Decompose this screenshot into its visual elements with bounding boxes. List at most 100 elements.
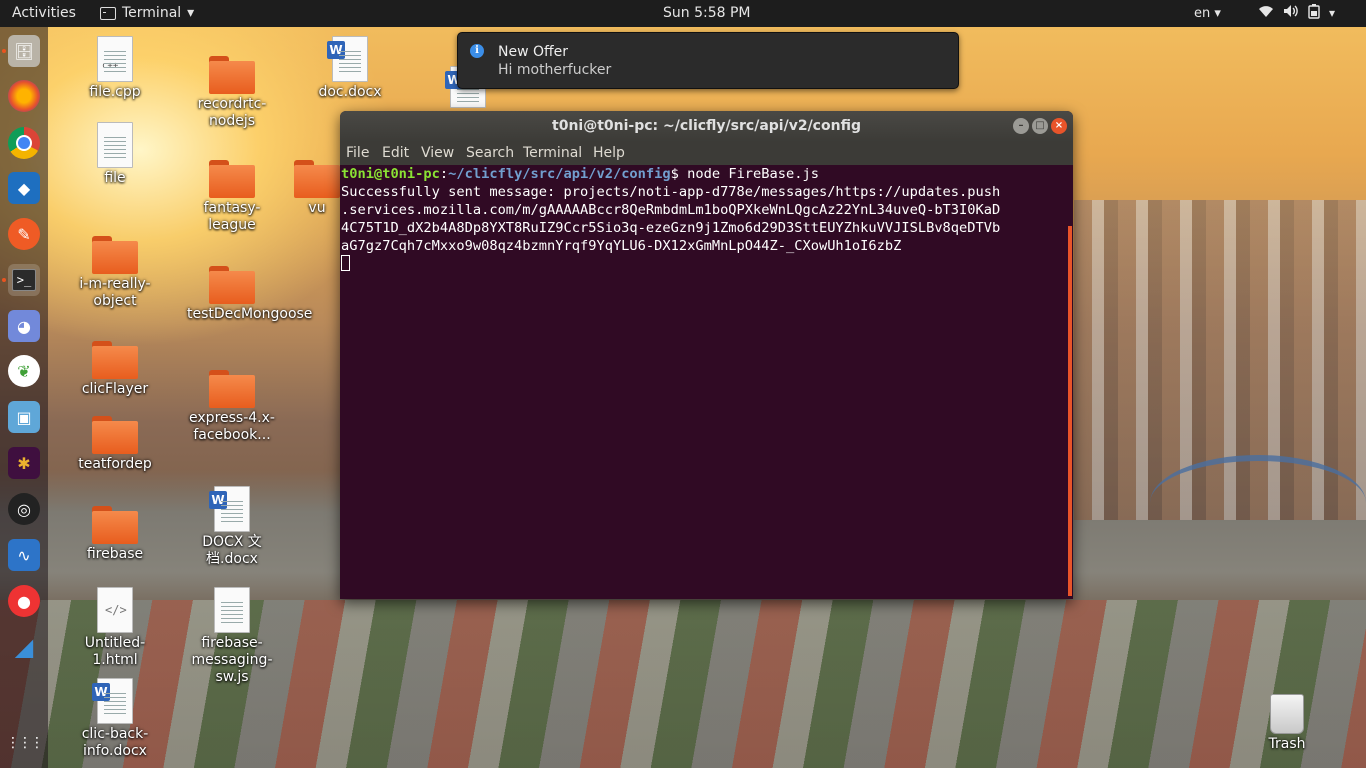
text-cursor [341, 255, 350, 271]
terminal-menubar: File Edit View Search Terminal Help [340, 142, 1073, 165]
notification-body: Hi motherfucker [498, 62, 612, 78]
terminal-titlebar[interactable]: t0ni@t0ni-pc: ~/clicfly/src/api/v2/confi… [340, 111, 1073, 142]
chevron-down-icon: ▾ [187, 5, 195, 21]
desktop-icon-label: express-4.x-facebook... [189, 410, 275, 443]
maximize-button[interactable]: □ [1032, 118, 1048, 134]
folder-icon [209, 370, 255, 408]
prompt-end: $ [670, 166, 688, 182]
prompt-path: ~/clicfly/src/api/v2/config [448, 166, 671, 182]
command-line: t0ni@t0ni-pc:~/clicfly/src/api/v2/config… [341, 165, 1065, 183]
word-document-icon: W [92, 678, 133, 724]
desktop-icon-docx-document[interactable]: W DOCX 文档.docx [187, 486, 277, 568]
html-file-icon: </> [97, 587, 133, 633]
close-button[interactable]: × [1051, 118, 1067, 134]
wifi-icon [1258, 4, 1274, 23]
system-menu[interactable]: ▾ [1258, 4, 1335, 23]
terminal-icon[interactable]: >_ [2, 264, 40, 296]
desktop-icon-doc-docx[interactable]: W doc.docx [305, 36, 395, 101]
text-file-icon [97, 122, 133, 168]
input-line[interactable] [341, 255, 1065, 273]
dock: 🗄 ◆ ✎ >_ ◕ ❦ ▣ ✱ ◎ ∿ ● ◢ ⋮⋮⋮ [0, 27, 48, 768]
desktop-icon-clicflayer[interactable]: clicFlayer [70, 341, 160, 398]
firefox-icon[interactable] [8, 80, 40, 112]
desktop-icon-label: DOCX 文档.docx [202, 534, 262, 567]
menu-search[interactable]: Search [466, 145, 514, 161]
output-line: 4C75T1D_dX2b4A8Dp8YXT8RuIZ9Ccr5Sio3q-eze… [341, 220, 1001, 236]
desktop-icon-firebase-messaging-sw[interactable]: firebase-messaging-sw.js [187, 587, 277, 686]
desktop-icon-label: Trash [1268, 736, 1306, 752]
desktop-icon-label: testDecMongoose [187, 306, 313, 322]
terminal-output[interactable]: t0ni@t0ni-pc:~/clicfly/src/api/v2/config… [341, 165, 1065, 595]
menu-file[interactable]: File [346, 145, 369, 161]
folder-icon [294, 160, 340, 198]
menu-help[interactable]: Help [593, 145, 625, 161]
desktop-icon-label: clicFlayer [81, 381, 149, 397]
desktop-icon-label: doc.docx [318, 84, 382, 100]
mongodb-icon[interactable]: ❦ [8, 355, 40, 387]
desktop-icon-express-facebook[interactable]: express-4.x-facebook... [187, 370, 277, 444]
window-title: t0ni@t0ni-pc: ~/clicfly/src/api/v2/confi… [552, 118, 861, 134]
folder-icon [92, 236, 138, 274]
chevron-down-icon: ▾ [1214, 6, 1221, 21]
notification-banner[interactable]: i New Offer Hi motherfucker [457, 32, 959, 89]
desktop-icon-file-cpp[interactable]: c++ file.cpp [70, 36, 160, 101]
slack-icon[interactable]: ✱ [8, 447, 40, 479]
menu-terminal[interactable]: Terminal [523, 145, 582, 161]
menu-edit[interactable]: Edit [382, 145, 409, 161]
chat-icon[interactable]: ● [8, 585, 40, 617]
files-icon[interactable]: 🗄 [2, 35, 40, 67]
info-icon: i [470, 44, 484, 58]
battery-icon [1308, 4, 1320, 23]
desktop-icon-label: firebase [86, 546, 144, 562]
language-label: en [1194, 6, 1211, 21]
desktop-icon-untitled-html[interactable]: </> Untitled-1.html [70, 587, 160, 669]
terminal-window[interactable]: t0ni@t0ni-pc: ~/clicfly/src/api/v2/confi… [340, 111, 1073, 599]
system-monitor-icon[interactable]: ∿ [8, 539, 40, 571]
desktop-icon-fantasy-league[interactable]: fantasy-league [187, 160, 277, 234]
desktop-icon-label: fantasy-league [203, 200, 261, 233]
desktop-icon-clic-back-info[interactable]: W clic-back-info.docx [70, 678, 160, 760]
desktop-icon-firebase[interactable]: firebase [70, 506, 160, 563]
desktop-icon-file[interactable]: file [70, 122, 160, 187]
postman-icon[interactable]: ✎ [8, 218, 40, 250]
top-bar: Activities Terminal ▾ Sun 5:58 PM en ▾ ▾ [0, 0, 1366, 27]
activities-button[interactable]: Activities [12, 5, 76, 21]
terminal-app-icon [100, 6, 116, 20]
desktop-icon-i-m-really-object[interactable]: i-m-really-object [70, 236, 160, 310]
desktop-icon-label: file [104, 170, 126, 186]
command-text: node FireBase.js [687, 166, 819, 182]
folder-icon [92, 341, 138, 379]
vscode-icon[interactable]: ◆ [8, 172, 40, 204]
clock[interactable]: Sun 5:58 PM [663, 5, 751, 21]
wireshark-icon[interactable]: ◢ [8, 631, 40, 663]
discord-icon[interactable]: ◕ [8, 310, 40, 342]
desktop-icon-label: recordrtc-nodejs [197, 96, 267, 129]
language-selector[interactable]: en ▾ [1194, 6, 1221, 21]
wallpaper-city [1074, 200, 1366, 520]
show-applications-icon[interactable]: ⋮⋮⋮ [6, 727, 44, 759]
output-line: aG7gz7Cqh7cMxxo9w08qz4bzmnYrqf9YqYLU6-DX… [341, 238, 902, 254]
trash-icon [1270, 694, 1304, 734]
desktop-icon-vu[interactable]: vu [294, 160, 340, 217]
desktop-icon-teatfordep[interactable]: teatfordep [70, 416, 160, 473]
obs-icon[interactable]: ◎ [8, 493, 40, 525]
app-menu[interactable]: Terminal ▾ [100, 5, 194, 21]
desktop-icon-testdecmongoose[interactable]: testDecMongoose [187, 266, 312, 323]
menu-view[interactable]: View [421, 145, 454, 161]
virtualbox-icon[interactable]: ▣ [8, 401, 40, 433]
script-file-icon [214, 587, 250, 633]
scrollbar[interactable] [1068, 226, 1072, 596]
folder-icon [92, 416, 138, 454]
desktop-icon-trash[interactable]: Trash [1242, 694, 1332, 753]
notification-title: New Offer [498, 44, 569, 60]
folder-icon [209, 160, 255, 198]
volume-icon [1283, 4, 1299, 23]
wallpaper-bridge [1150, 455, 1366, 551]
chevron-down-icon: ▾ [1329, 6, 1336, 20]
chrome-icon[interactable] [8, 127, 40, 159]
desktop-icon-label: vu [308, 200, 326, 216]
desktop-icon-label: Untitled-1.html [84, 635, 146, 668]
desktop-icon-recordrtc-nodejs[interactable]: recordrtc-nodejs [187, 56, 277, 130]
minimize-button[interactable]: – [1013, 118, 1029, 134]
folder-icon [209, 266, 255, 304]
